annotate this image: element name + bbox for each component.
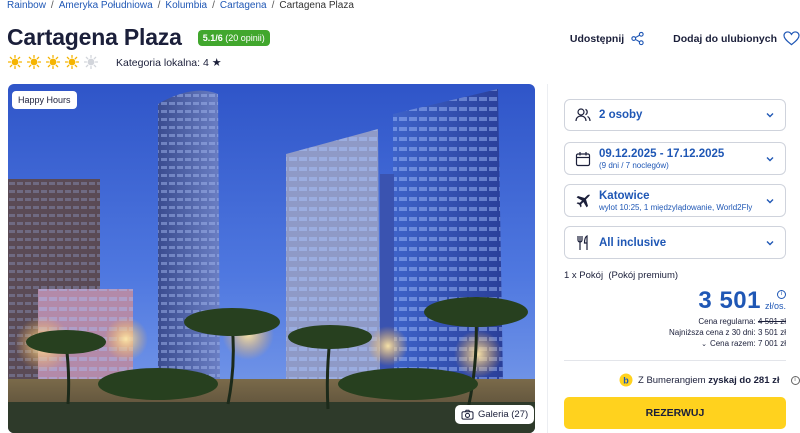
lowest-price: Najniższa cena z 30 dni: 3 501 zł: [669, 328, 786, 337]
category-label: Kategoria lokalna: 4: [116, 57, 209, 69]
add-to-favorites-button[interactable]: Dodaj do ulubionych: [673, 31, 800, 46]
price-block: 3 501 zł/os. i Cena regularna: 4 501 zł …: [669, 287, 786, 348]
lowest-price-value: 3 501 zł: [757, 328, 786, 337]
plane-icon: [576, 194, 590, 207]
chevron-down-icon: [766, 240, 774, 245]
bumerang-bonus: zyskaj do 281 zł: [708, 374, 780, 386]
reserve-button[interactable]: REZERWUJ: [564, 397, 786, 429]
departure-city: Katowice: [599, 189, 650, 202]
regular-price-label: Cena regularna:: [698, 317, 756, 326]
regular-price-value: 4 501 zł: [757, 317, 786, 326]
hotel-photo-image: [8, 84, 535, 433]
price-per-person: 3 501: [698, 287, 761, 314]
room-info: 1 x Pokój (Pokój premium): [564, 270, 679, 281]
rating-value: 5.1/6: [202, 32, 223, 43]
gallery-button[interactable]: Galeria (27): [455, 405, 535, 424]
happy-hours-badge: Happy Hours: [12, 91, 77, 109]
breadcrumb-link-cartagena[interactable]: Cartagena: [220, 0, 267, 11]
info-icon[interactable]: i: [790, 375, 800, 385]
board-select[interactable]: All inclusive: [564, 226, 786, 259]
calendar-icon: [575, 151, 591, 166]
share-label: Udostępnij: [569, 32, 625, 45]
panel-divider: [547, 84, 548, 433]
flight-details: wylot 10:25, 1 międzylądowanie, World2Fl…: [599, 202, 753, 212]
guests-value: 2 osoby: [599, 109, 643, 121]
dates-value: 09.12.2025 - 17.12.2025: [599, 147, 725, 160]
price-info-icon[interactable]: i: [777, 290, 786, 299]
chevron-down-icon: [766, 156, 774, 161]
chevron-down-icon: ⌄: [701, 341, 707, 348]
heart-icon: [783, 31, 800, 46]
share-button[interactable]: Udostępnij: [570, 31, 645, 46]
star-icon: ★: [211, 57, 222, 69]
departure-select[interactable]: Katowice wylot 10:25, 1 międzylądowanie,…: [564, 184, 786, 217]
favorites-label: Dodaj do ulubionych: [673, 32, 777, 45]
breadcrumb: Rainbow / Ameryka Południowa / Kolumbia / Cart…: [7, 0, 354, 11]
breadcrumb-separator: /: [212, 0, 215, 11]
rating-badge[interactable]: 5.1/6 (20 opinii): [197, 29, 270, 46]
rating-count: (20 opinii): [225, 32, 265, 43]
chevron-down-icon: [766, 113, 774, 118]
chevron-down-icon: [766, 198, 774, 203]
hotel-header: Cartagena Plaza 5.1/6 (20 opinii): [7, 24, 270, 51]
share-icon: [631, 31, 644, 46]
board-value: All inclusive: [599, 236, 667, 249]
bumerang-prefix: Z Bumerangiem: [638, 374, 706, 386]
sun-icon-filled: [27, 55, 41, 69]
breadcrumb-separator: /: [157, 0, 161, 11]
breadcrumb-separator: /: [50, 0, 54, 11]
camera-icon: [461, 409, 474, 420]
guests-select[interactable]: 2 osoby: [564, 99, 786, 131]
total-price-label: Cena razem:: [709, 339, 756, 348]
sun-rating: [8, 55, 98, 69]
breadcrumb-link-south-america[interactable]: Ameryka Południowa: [59, 0, 153, 11]
dates-duration: (9 dni / 7 noclegów): [599, 160, 669, 170]
lowest-price-label: Najniższa cena z 30 dni:: [669, 328, 756, 337]
price-unit: zł/os.: [764, 301, 786, 311]
svg-text:b: b: [623, 375, 629, 385]
local-category: Kategoria lokalna: 4 ★: [116, 56, 222, 69]
sun-icon-filled: [65, 55, 79, 69]
bumerang-logo-icon: b: [619, 373, 633, 387]
hotel-photo[interactable]: [8, 84, 535, 433]
breadcrumb-link-rainbow[interactable]: Rainbow: [7, 0, 46, 11]
breadcrumb-link-colombia[interactable]: Kolumbia: [165, 0, 207, 11]
divider: [564, 360, 786, 361]
bumerang-promo: b Z Bumerangiem zyskaj do 281 zł i: [619, 373, 800, 387]
breadcrumb-current: Cartagena Plaza: [279, 0, 354, 11]
dates-select[interactable]: 09.12.2025 - 17.12.2025 (9 dni / 7 nocle…: [564, 142, 786, 175]
total-price[interactable]: ⌄ Cena razem: 7 001 zł: [669, 339, 786, 348]
top-actions: Udostępnij Dodaj do ulubionych: [570, 31, 800, 46]
breadcrumb-separator: /: [271, 0, 275, 11]
cutlery-icon: [577, 234, 588, 250]
page-title: Cartagena Plaza: [7, 24, 182, 50]
regular-price: Cena regularna: 4 501 zł: [669, 317, 786, 326]
sun-icon-empty: [84, 55, 98, 69]
users-icon: [575, 108, 591, 122]
sun-icon-filled: [46, 55, 60, 69]
gallery-label: Galeria (27): [478, 409, 529, 420]
sun-icon-filled: [8, 55, 22, 69]
total-price-value: 7 001 zł: [757, 339, 786, 348]
